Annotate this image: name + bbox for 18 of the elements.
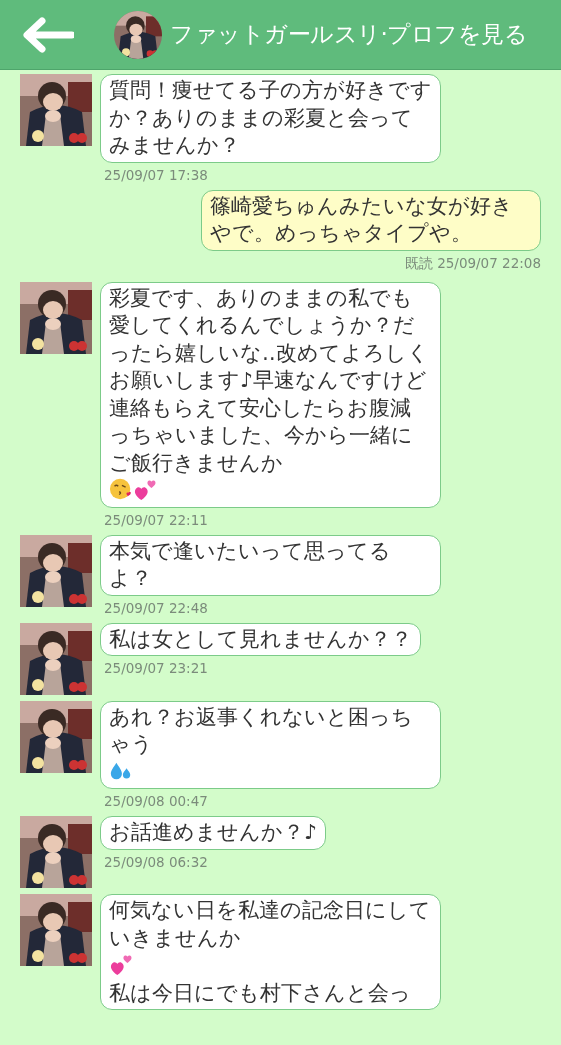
- message-text: 彩夏です、ありのままの私でも愛してくれるんでしょうか？だったら嬉しいな‥改めてよろしくお願いします♪早速なんですけど連絡もらえて安心したらお腹減っちゃいました、今から一緒にご飯行きませんか: [109, 284, 430, 477]
- message-text: 本気で逢いたいって思ってるよ？: [109, 537, 392, 592]
- message-text: あれ？お返事くれないと困っちゃう: [109, 703, 414, 758]
- message-text: 私は今日にでも村下さんと会っ: [109, 979, 412, 1007]
- message-text: 質問！痩せてる子の方が好きですか？ありのままの彩夏と会ってみませんか？: [109, 77, 432, 159]
- message-text: 私は女として見れませんか？？: [109, 625, 412, 653]
- timestamp: 25/09/07 17:38: [103, 165, 209, 184]
- kiss-face-icon: [109, 477, 133, 501]
- profile-link[interactable]: ファットガールスリ·プロフを見る: [170, 17, 528, 52]
- timestamp: 25/09/07 22:48: [103, 598, 209, 617]
- timestamp: 25/09/07 23:21: [103, 659, 209, 677]
- message-text: 何気ない日を私達の記念日にしていきませんか: [109, 897, 432, 952]
- timestamp: 25/09/08 00:47: [103, 792, 209, 810]
- message-text: お話進めませんか？♪: [109, 819, 318, 846]
- timestamp: 既読 25/09/07 22:08: [404, 253, 541, 272]
- message-text: 篠崎愛ちゅんみたいな女が好きやで。めっちゃタイプや。: [210, 192, 514, 247]
- timestamp: 25/09/08 06:32: [103, 852, 209, 871]
- timestamp: 25/09/07 22:11: [103, 510, 209, 529]
